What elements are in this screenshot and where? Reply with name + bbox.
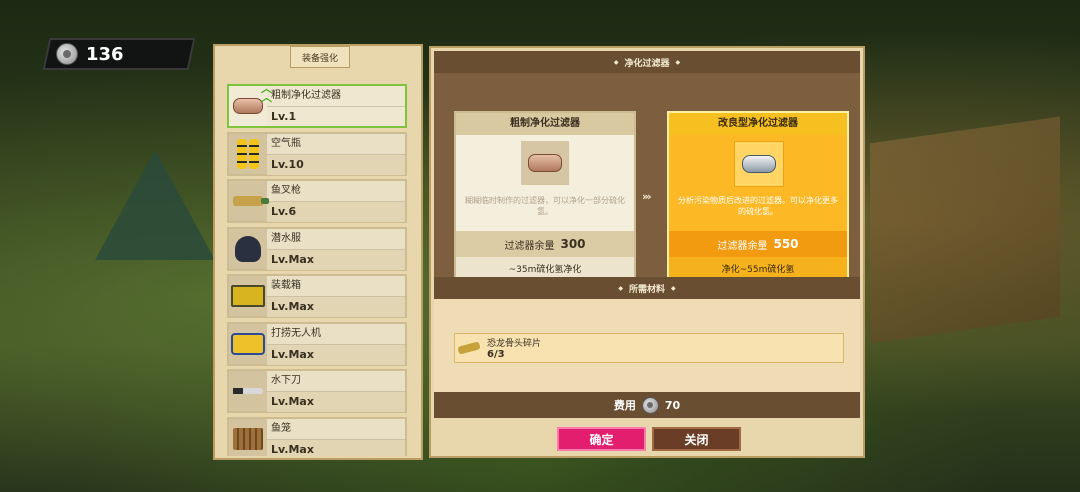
diving-suit-icon [235,235,261,262]
remain-label: 过滤器余量 [504,240,555,252]
item-name: 粗制净化过滤器 [267,86,405,107]
equipment-list[interactable]: ︿︿ 粗制净化过滤器 Lv.1 空气瓶 Lv.10 鱼叉枪 Lv.6 潜水服 [227,84,411,456]
item-name: 鱼叉枪 [267,181,405,202]
materials-title: 所需材料 [628,284,665,295]
item-level: Lv.Max [267,344,405,365]
materials-area: 恐龙骨头碎片 6/3 [434,299,860,392]
material-row: 恐龙骨头碎片 6/3 [454,333,844,363]
silver-coin-icon [56,43,78,65]
section-header-materials: ◆ 所需材料 ◆ [434,277,860,299]
item-name: 潜水服 [267,228,405,250]
dino-bone-icon [457,341,481,355]
upgrade-arrow-icon: ››› [642,190,652,203]
item-level: Lv.Max [267,297,405,317]
item-name: 水下刀 [267,371,405,392]
equipment-item-filter[interactable]: ︿ ︿ 粗制净化过滤器 Lv.1 [227,84,407,128]
dive-knife-icon [233,388,263,394]
remain-label: 过滤器余量 [717,240,768,252]
equipment-item-knife[interactable]: 水下刀 Lv.Max [227,369,407,413]
remain-value: 550 [773,237,799,251]
salvage-drone-icon [231,332,265,355]
card-title: 改良型净化过滤器 [669,113,847,135]
equipment-item-harpoon[interactable]: 鱼叉枪 Lv.6 [227,179,407,223]
silver-coin-icon [641,396,659,414]
item-name: 打捞无人机 [267,323,405,345]
cost-label: 费用 [613,399,636,412]
filter-canister-icon [528,154,562,172]
silver-filter-icon [742,155,776,173]
panel-header: 装备强化 [290,46,350,68]
harpoon-gun-icon [233,196,269,206]
confirm-button[interactable]: 确定 [557,427,646,451]
card-description: 糊糊临时制作的过滤器，可以净化一部分硫化氢。 [465,196,625,216]
equipment-item-cargo-box[interactable]: 装载箱 Lv.Max [227,274,407,318]
hut-roof-scenery [870,116,1060,344]
item-name: 装载箱 [267,276,405,297]
card-title: 粗制净化过滤器 [456,113,634,135]
air-tank-icon [237,138,259,169]
material-count: 6/3 [487,349,505,360]
item-level: Lv.1 [271,110,297,123]
equipment-item-diving-suit[interactable]: 潜水服 Lv.Max [227,226,407,271]
filter-canister-icon [233,98,263,114]
item-name: 空气瓶 [267,133,405,155]
equipment-item-air-tank[interactable]: 空气瓶 Lv.10 [227,131,407,176]
item-level: Lv.10 [267,154,405,175]
section-header-filter: ◆ 净化过滤器 ◆ [434,51,860,73]
current-filter-card: 粗制净化过滤器 糊糊临时制作的过滤器，可以净化一部分硫化氢。 过滤器余量 300… [454,111,636,285]
cost-value: 70 [664,398,681,412]
equipment-item-fish-trap[interactable]: 鱼笼 Lv.Max [227,416,407,456]
section-title: 净化过滤器 [624,58,670,69]
tent-scenery [95,150,215,260]
card-description: 分析污染物质后改进的过滤器。可以净化更多的硫化氢。 [678,196,838,216]
cargo-box-icon [231,285,265,307]
currency-value: 136 [86,43,124,65]
equipment-list-panel: 装备强化 ︿︿ 粗制净化过滤器 Lv.1 空气瓶 Lv.10 鱼叉枪 Lv.6 [213,44,423,460]
item-level: Lv.6 [267,202,405,222]
fish-trap-icon [233,427,263,450]
currency-display: 136 [42,38,196,70]
upgrade-detail-panel: ◆ 净化过滤器 ◆ 粗制净化过滤器 糊糊临时制作的过滤器，可以净化一部分硫化氢。 过… [429,46,865,458]
item-name: 鱼笼 [267,418,405,440]
item-level: Lv.Max [267,249,405,270]
close-button[interactable]: 关闭 [652,427,741,451]
remain-value: 300 [560,237,586,251]
cost-bar: 费用 70 [434,392,860,418]
item-level: Lv.Max [267,439,405,456]
upgrade-arrow-icon: ︿ ︿ [261,84,272,104]
item-level: Lv.Max [267,392,405,412]
material-name: 恐龙骨头碎片 [487,339,542,349]
equipment-item-drone[interactable]: 打捞无人机 Lv.Max [227,321,407,366]
next-filter-card: 改良型净化过滤器 分析污染物质后改进的过滤器。可以净化更多的硫化氢。 过滤器余量… [667,111,849,285]
upgrade-compare-area: 粗制净化过滤器 糊糊临时制作的过滤器，可以净化一部分硫化氢。 过滤器余量 300… [434,73,860,285]
